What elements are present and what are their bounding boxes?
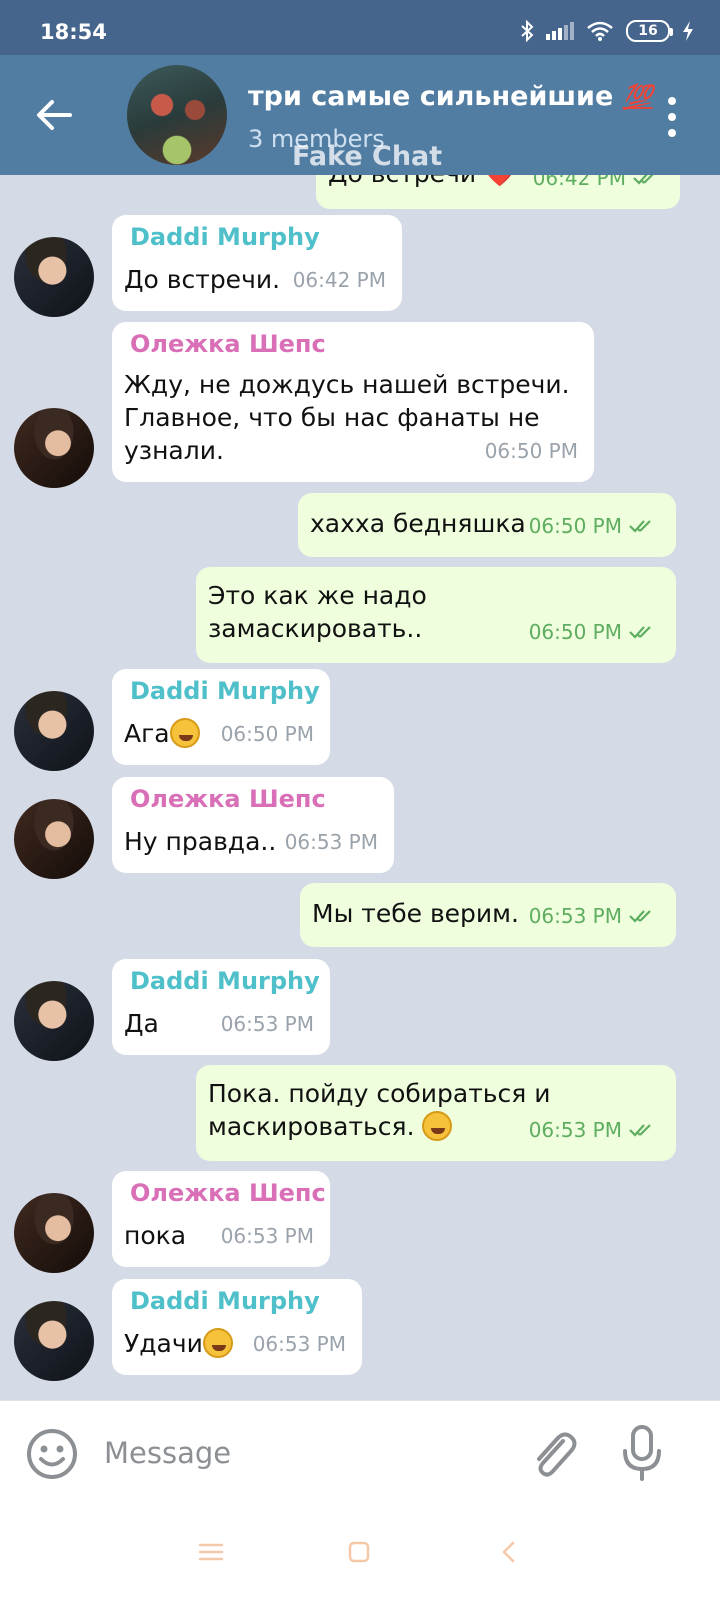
message-time: 06:50 PM [529,510,660,543]
message-bubble-out[interactable]: Пока. пойду собираться и маскироваться. … [196,1065,676,1161]
sender-name[interactable]: Олежка Шепс [130,783,326,816]
message-time: 06:53 PM [252,1332,346,1356]
double-check-icon [629,520,651,533]
status-bar: 18:54 16 [0,0,720,55]
message-time: 06:53 PM [220,1224,314,1248]
message-text: До встречи. [124,265,281,294]
sender-name[interactable]: Олежка Шепс [130,1177,326,1210]
compose-bar [0,1400,720,1504]
message-text: Мы тебе верим. [312,899,519,928]
message-time: 06:50 PM [484,439,578,463]
message-bubble-in[interactable]: Daddi Murphy Да 06:53 PM [112,959,330,1055]
message-bubble-out[interactable]: хахха бедняшка 06:50 PM [298,493,676,557]
back-icon[interactable] [494,1538,524,1566]
avatar[interactable] [14,1301,94,1381]
message-bubble-in[interactable]: Олежка Шепс пока 06:53 PM [112,1171,330,1267]
home-icon[interactable] [344,1538,374,1566]
message-bubble-out[interactable]: До встречи ❤️ 06:42 PM [316,175,680,209]
bluetooth-icon [521,20,534,42]
chat-header: три самые сильнейшие 💯 3 members Fake Ch… [0,55,720,175]
avatar[interactable] [14,237,94,317]
sender-name[interactable]: Олежка Шепс [130,328,326,361]
group-avatar[interactable] [127,65,227,165]
battery-icon: 16 [626,20,673,42]
message-text: пока [124,1221,187,1250]
rofl-emoji-icon [202,1328,233,1358]
sender-name[interactable]: Daddi Murphy [130,221,320,254]
double-check-icon [633,175,654,185]
message-time: 06:53 PM [529,900,660,933]
message-time: 06:42 PM [533,175,664,195]
message-text: Пока. пойду собираться и маскироваться. [208,1079,551,1141]
double-check-icon [629,626,651,639]
wifi-icon [587,21,613,41]
sender-name[interactable]: Daddi Murphy [130,675,320,708]
chat-title-text: три самые сильнейшие [248,81,614,112]
message-bubble-out[interactable]: Мы тебе верим. 06:53 PM [300,883,676,947]
more-vert-icon[interactable] [666,97,678,137]
avatar[interactable] [14,981,94,1061]
message-text: До встречи ❤️ [328,175,515,190]
message-time: 06:53 PM [284,830,378,854]
message-bubble-in[interactable]: Олежка Шепс Жду, не дождусь нашей встреч… [112,322,594,482]
menu-icon[interactable] [196,1538,226,1566]
rofl-emoji-icon [422,1111,453,1141]
avatar[interactable] [14,1193,94,1273]
signal-icon [546,22,574,40]
message-text: Да [124,1009,159,1038]
chat-title[interactable]: три самые сильнейшие 💯 [248,81,653,112]
message-input[interactable] [104,1431,484,1475]
message-text: Ну правда.. [124,827,277,856]
message-list[interactable]: До встречи ❤️ 06:42 PM Daddi Murphy До в… [0,175,720,1400]
message-bubble-in[interactable]: Олежка Шепс Ну правда.. 06:53 PM [112,777,394,873]
hundred-icon: 💯 [622,83,653,111]
message-text: хахха бедняшка [310,509,526,538]
message-bubble-out[interactable]: Это как же надо замаскировать.. 06:50 PM [196,567,676,663]
charging-icon [683,21,693,41]
sender-name[interactable]: Daddi Murphy [130,965,320,998]
avatar[interactable] [14,799,94,879]
emoji-icon[interactable] [25,1427,79,1481]
message-bubble-in[interactable]: Daddi Murphy Удачи 06:53 PM [112,1279,362,1375]
laughing-emoji-icon [169,718,200,748]
message-time: 06:53 PM [529,1114,660,1147]
attach-icon[interactable] [527,1427,579,1481]
message-time: 06:50 PM [220,722,314,746]
avatar[interactable] [14,691,94,771]
double-check-icon [629,910,651,923]
message-text: Удачи [124,1327,233,1360]
watermark: Fake Chat [292,141,443,172]
status-time: 18:54 [40,20,107,44]
message-time: 06:42 PM [292,268,386,292]
message-text: Ага [124,717,200,750]
system-nav-bar [0,1504,720,1600]
double-check-icon [629,1124,651,1137]
message-time: 06:50 PM [529,616,660,649]
avatar[interactable] [14,408,94,488]
message-time: 06:53 PM [220,1012,314,1036]
message-text: Это как же надо замаскировать.. [208,581,427,643]
message-bubble-in[interactable]: Daddi Murphy Ага 06:50 PM [112,669,330,765]
message-bubble-in[interactable]: Daddi Murphy До встречи. 06:42 PM [112,215,402,311]
sender-name[interactable]: Daddi Murphy [130,1285,320,1318]
status-icons: 16 [520,20,694,42]
mic-icon[interactable] [620,1423,664,1483]
back-arrow-icon[interactable] [30,91,78,139]
